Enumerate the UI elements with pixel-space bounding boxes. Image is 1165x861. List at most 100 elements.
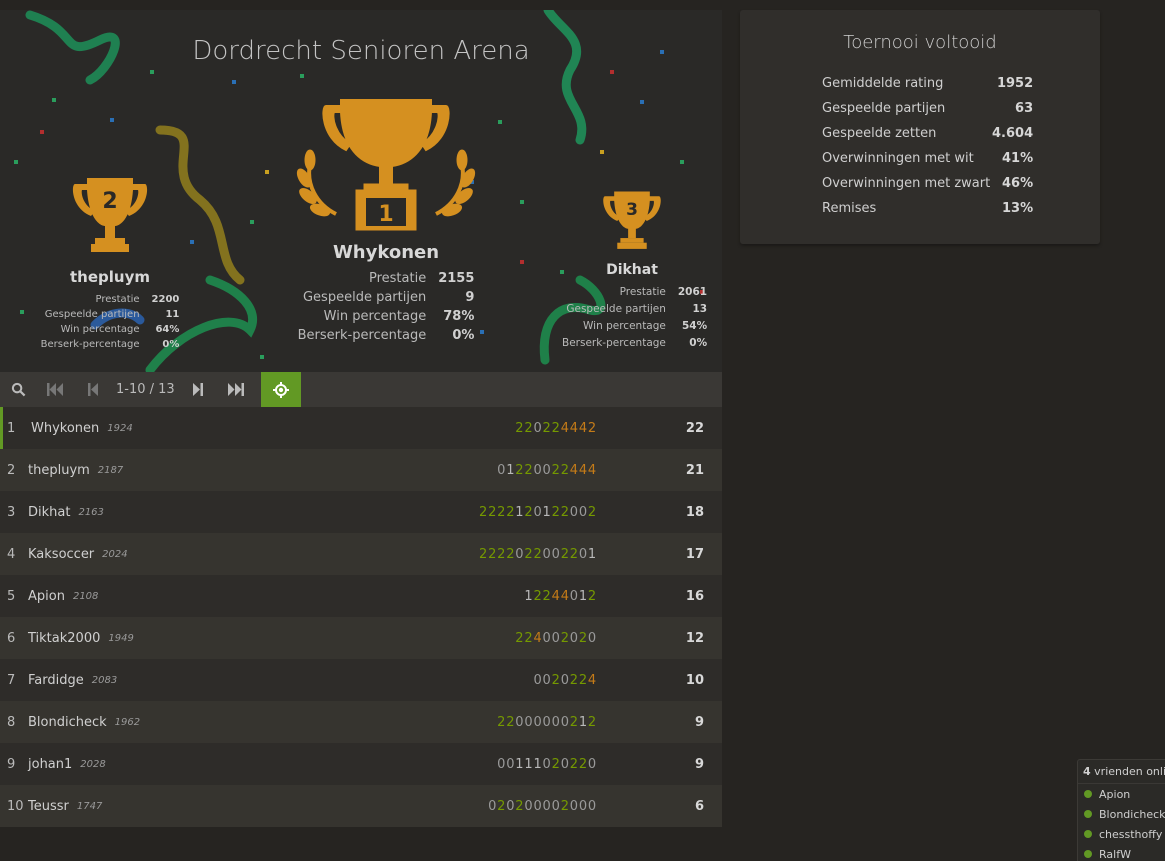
stat-value: 2061 (677, 286, 708, 298)
trophy-first-icon: 1 (296, 99, 476, 231)
player-rating: 2187 (97, 464, 124, 476)
stat-label: Gespeelde partijen (566, 303, 666, 315)
player-rating: 1747 (76, 800, 103, 812)
last-page-icon (227, 383, 244, 396)
table-row[interactable]: 5 Apion 2108 12244012 16 (0, 575, 722, 617)
row-rank: 4 (7, 546, 16, 562)
table-row[interactable]: 6 Tiktak2000 1949 224002020 12 (0, 617, 722, 659)
summary-value: 13% (1002, 201, 1034, 216)
row-rank: 5 (7, 588, 16, 604)
online-dot-icon (1084, 790, 1092, 798)
total-score: 9 (694, 756, 704, 772)
rank-3-numeral: 3 (626, 200, 638, 220)
summary-label: Remises (822, 201, 877, 216)
stat-label: Berserk-percentage (562, 337, 666, 349)
table-row[interactable]: 1 Whykonen 1924 220224442 22 (0, 407, 722, 449)
friend-name: RalfW (1099, 847, 1131, 861)
player-name[interactable]: Blondicheck (28, 715, 107, 730)
stat-value: 78% (443, 309, 475, 324)
prev-page-button[interactable] (74, 372, 112, 407)
player-name[interactable]: Apion (28, 589, 65, 604)
player-name[interactable]: Dikhat (28, 505, 70, 520)
total-score: 18 (685, 504, 704, 520)
table-row[interactable]: 3 Dikhat 2163 2222120122002 18 (0, 491, 722, 533)
next-page-button[interactable] (179, 372, 217, 407)
table-row[interactable]: 2 thepluym 2187 01220022444 21 (0, 449, 722, 491)
friends-label: vrienden online (1094, 765, 1165, 778)
trophy-third-icon: 3 (603, 191, 661, 249)
total-score: 9 (694, 714, 704, 730)
second-place-name[interactable]: thepluym (40, 268, 180, 286)
player-name[interactable]: Whykonen (31, 421, 99, 436)
table-row[interactable]: 9 johan1 2028 00111020220 9 (0, 743, 722, 785)
search-button[interactable] (0, 372, 36, 407)
friend-name: Blondicheck (1099, 807, 1165, 821)
score-sheet: 2222022002201 (478, 546, 597, 562)
stat-value: 0% (452, 328, 475, 343)
summary-label: Overwinningen met zwart (822, 176, 991, 191)
player-name[interactable]: johan1 (28, 757, 72, 772)
total-score: 17 (685, 546, 704, 562)
player-name[interactable]: thepluym (28, 463, 90, 478)
stat-label: Gespeelde partijen (44, 309, 140, 320)
rank-2-numeral: 2 (102, 189, 117, 214)
friend-item[interactable]: chessthoffy (1078, 824, 1165, 844)
row-rank: 8 (7, 714, 16, 730)
summary-stats: Gemiddelde rating 1952 Gespeelde partijen… (822, 71, 1033, 221)
total-score: 12 (685, 630, 704, 646)
standings-pager: 1-10 / 13 (0, 372, 722, 407)
player-name[interactable]: Teussr (28, 799, 69, 814)
stat-label: Prestatie (95, 294, 140, 305)
stat-value: 0% (689, 337, 708, 349)
first-place-name[interactable]: Whykonen (286, 242, 486, 263)
tournament-summary: Toernooi voltooid Gemiddelde rating 1952 … (740, 10, 1100, 244)
last-page-button[interactable] (217, 372, 255, 407)
friends-header[interactable]: 4 vrienden online (1078, 760, 1165, 784)
stat-label: Prestatie (368, 271, 427, 286)
total-score: 16 (685, 588, 704, 604)
summary-label: Overwinningen met wit (822, 151, 974, 166)
summary-value: 4.604 (992, 126, 1034, 141)
row-rank: 3 (7, 504, 16, 520)
score-sheet: 12244012 (524, 588, 597, 604)
table-row[interactable]: 7 Fardidge 2083 0020224 10 (0, 659, 722, 701)
table-row[interactable]: 8 Blondicheck 1962 22000000212 9 (0, 701, 722, 743)
stat-label: Berserk-percentage (297, 328, 427, 343)
pager-label: 1-10 / 13 (116, 382, 175, 397)
third-place-name[interactable]: Dikhat (562, 262, 702, 278)
first-page-button[interactable] (36, 372, 74, 407)
online-dot-icon (1084, 830, 1092, 838)
player-rating: 1962 (114, 716, 141, 728)
total-score: 21 (685, 462, 704, 478)
stat-value: 64% (155, 324, 180, 335)
score-sheet: 0020224 (533, 672, 597, 688)
summary-value: 41% (1002, 151, 1034, 166)
second-place-stats: Prestatie 2200 Gespeelde partijen 11 Win p… (41, 292, 180, 352)
search-icon (11, 382, 25, 397)
stat-value: 2155 (438, 271, 475, 286)
player-name[interactable]: Tiktak2000 (28, 631, 100, 646)
summary-label: Gespeelde zetten (822, 126, 937, 141)
row-rank: 1 (7, 420, 16, 436)
row-rank: 9 (7, 756, 16, 772)
my-position-button[interactable] (260, 372, 301, 407)
total-score: 6 (694, 798, 704, 814)
online-dot-icon (1084, 850, 1092, 858)
player-name[interactable]: Kaksoccer (28, 547, 94, 562)
table-row[interactable]: 10 Teussr 1747 020200002000 6 (0, 785, 722, 827)
friends-online-box[interactable]: 4 vrienden online Apion Blondicheck ches… (1077, 759, 1165, 861)
score-sheet: 00111020220 (497, 756, 597, 772)
stat-label: Win percentage (60, 324, 140, 335)
friend-item[interactable]: RalfW (1078, 844, 1165, 861)
tournament-title: Dordrecht Senioren Arena (192, 36, 530, 66)
player-name[interactable]: Fardidge (28, 673, 84, 688)
prev-page-icon (88, 383, 98, 396)
friend-item[interactable]: Blondicheck (1078, 804, 1165, 824)
player-rating: 1924 (107, 422, 133, 434)
rank-1-numeral: 1 (378, 202, 393, 227)
table-row[interactable]: 4 Kaksoccer 2024 2222022002201 17 (0, 533, 722, 575)
my-position-icon (272, 381, 289, 398)
row-rank: 6 (7, 630, 16, 646)
player-rating: 2028 (80, 758, 106, 770)
friend-item[interactable]: Apion (1078, 784, 1165, 804)
